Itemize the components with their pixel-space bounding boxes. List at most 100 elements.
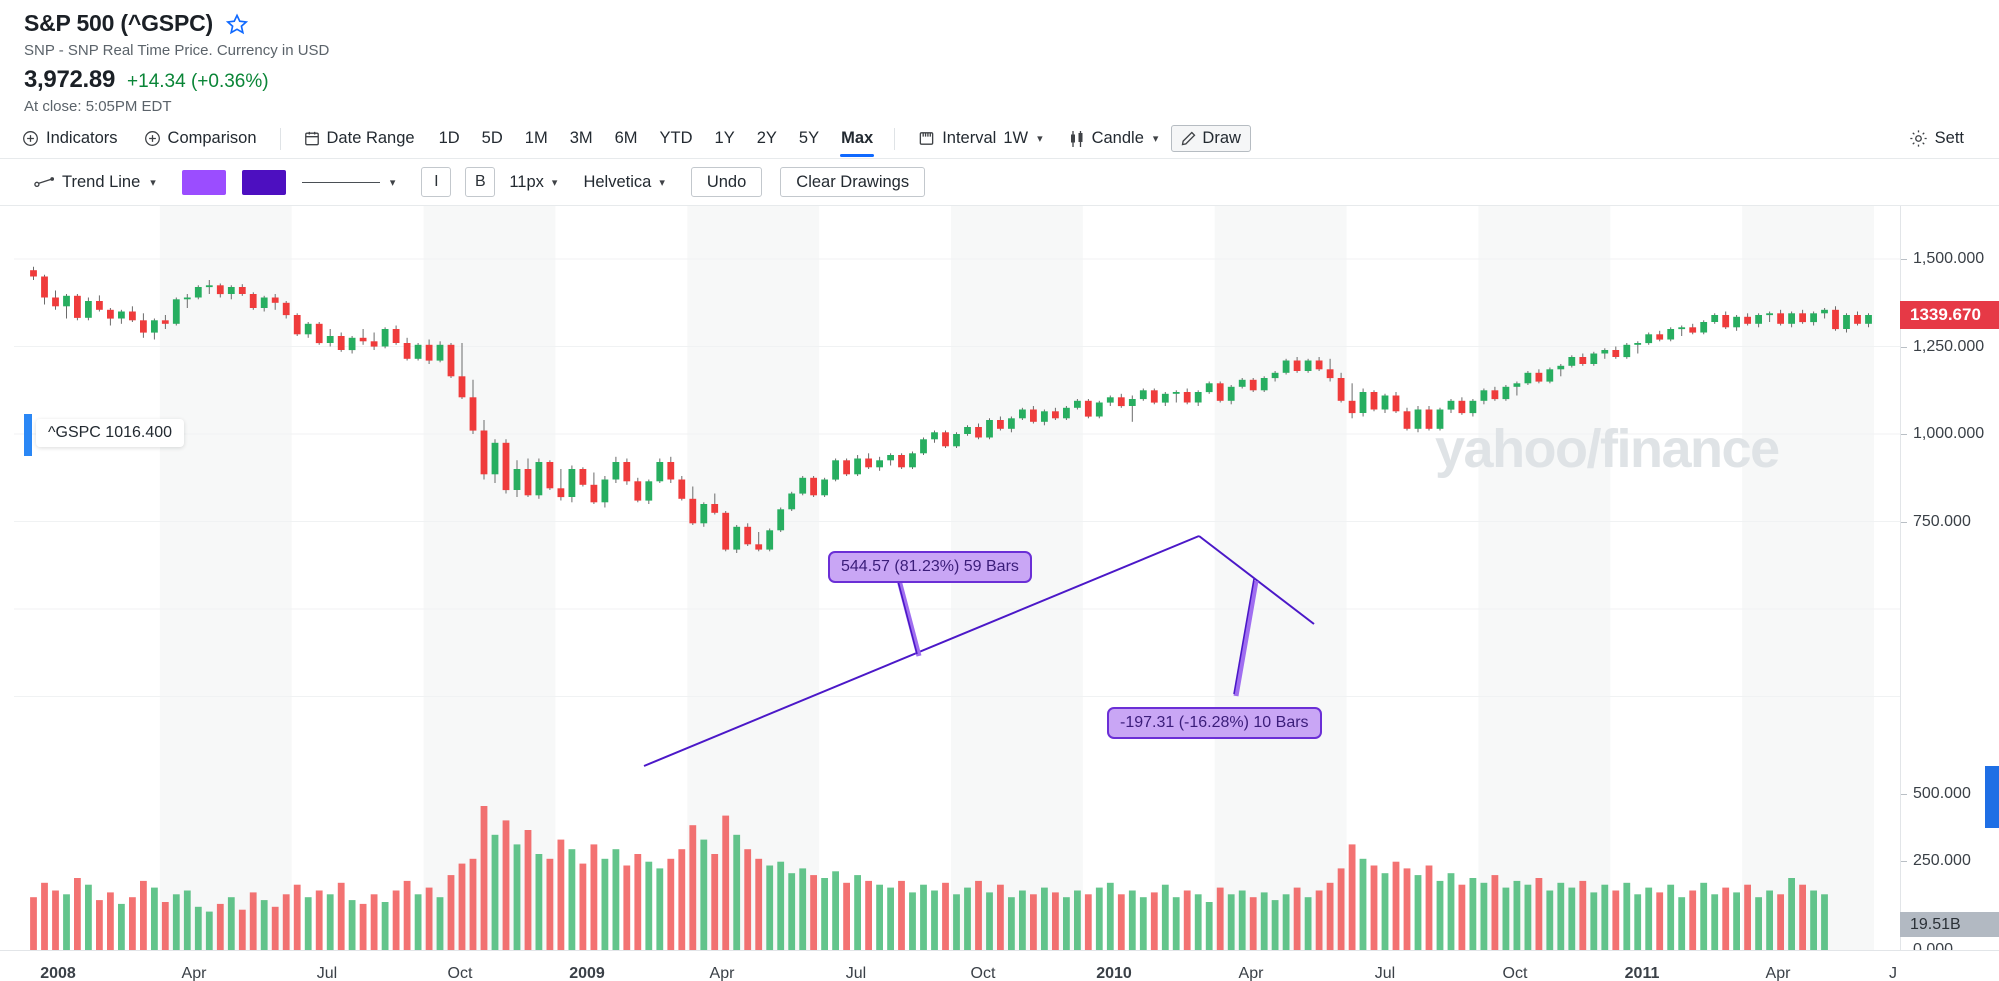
- line-preview: [301, 181, 380, 183]
- range-max[interactable]: Max: [830, 119, 884, 159]
- date-axis-label: J: [1889, 965, 1897, 981]
- chevron-down-icon: ▾: [1152, 133, 1159, 145]
- calendar-icon: [304, 130, 320, 147]
- range-5y[interactable]: 5Y: [788, 119, 830, 159]
- date-axis-label: Apr: [1238, 965, 1264, 981]
- price-change: +14.34 (+0.36%): [127, 71, 269, 92]
- italic-button[interactable]: I: [421, 167, 452, 197]
- chevron-down-icon: ▾: [389, 176, 396, 189]
- axis-tick: [1901, 434, 1907, 435]
- date-range-button[interactable]: Date Range: [291, 119, 428, 159]
- range-ytd[interactable]: YTD: [649, 119, 704, 159]
- date-axis-label: 2010: [1096, 965, 1132, 981]
- price-axis-label: 1,000.000: [1913, 425, 1985, 442]
- price-axis-label: 1,500.000: [1913, 250, 1985, 267]
- price-row: 3,972.89 +14.34 (+0.36%): [24, 66, 1975, 94]
- fill-color-swatch[interactable]: [181, 169, 226, 195]
- chart-type-button[interactable]: Candle ▾: [1056, 119, 1172, 159]
- price-axis-label: 1,250.000: [1913, 337, 1985, 355]
- comparison-button[interactable]: Comparison: [131, 119, 270, 159]
- pencil-icon: [1181, 131, 1196, 146]
- date-axis-label: Apr: [1765, 965, 1791, 981]
- date-axis-label: 2008: [40, 965, 76, 981]
- date-axis-label: Oct: [1502, 965, 1528, 981]
- indicators-button[interactable]: Indicators: [22, 119, 131, 159]
- indicators-label: Indicators: [46, 129, 118, 147]
- interval-icon: [918, 130, 935, 147]
- toolbar-right-group: Sett: [1909, 119, 1977, 159]
- current-price: 3,972.89: [24, 66, 116, 93]
- stroke-color-swatch[interactable]: [241, 169, 286, 195]
- font-size-selector[interactable]: 11px ▾: [509, 173, 557, 192]
- volume-flag: 19.51B: [1900, 912, 1999, 937]
- range-5d[interactable]: 5D: [471, 119, 514, 159]
- date-axis-label: Oct: [447, 965, 473, 981]
- price-axis-label: 500.000: [1913, 785, 1971, 802]
- date-axis-label: Oct: [970, 965, 996, 981]
- undo-button[interactable]: Undo: [690, 167, 763, 197]
- axis-tick: [1901, 521, 1907, 523]
- settings-label: Sett: [1934, 129, 1964, 147]
- date-axis-label: 2011: [1624, 965, 1660, 981]
- crosshair-flag: [1985, 766, 1999, 828]
- clear-drawings-button[interactable]: Clear Drawings: [780, 167, 926, 197]
- toolbar-divider: [894, 127, 896, 150]
- gear-icon: [1909, 129, 1928, 148]
- trend-line-label: Trend Line: [62, 172, 141, 191]
- price-axis-label: 250.000: [1913, 851, 1971, 869]
- axis-tick: [1901, 259, 1907, 260]
- legend-marker: [24, 414, 32, 456]
- date-axis-label: Apr: [709, 965, 735, 981]
- date-axis-label: 2009: [569, 965, 605, 981]
- axis-tick: [1901, 860, 1907, 862]
- date-axis-label: Jul: [316, 965, 338, 981]
- font-size-value: 11px: [509, 172, 544, 191]
- star-icon[interactable]: [225, 12, 248, 35]
- date-range-label: Date Range: [326, 129, 415, 147]
- price-axis-label: 750.000: [1913, 512, 1971, 530]
- chevron-down-icon: ▾: [1037, 133, 1043, 145]
- interval-label: Interval: [942, 129, 997, 147]
- candle-icon: [1069, 130, 1085, 148]
- last-price-flag: 1339.670: [1900, 301, 1999, 330]
- chart-container[interactable]: yahoo/finance ^GSPC 1016.400 1,500.000 1,…: [0, 206, 1999, 981]
- font-family-selector[interactable]: Helvetica ▾: [583, 173, 664, 192]
- date-axis-label: Apr: [181, 965, 207, 981]
- axis-tick: [1901, 346, 1907, 348]
- trend-line-annotation[interactable]: 544.57 (81.23%) 59 Bars: [828, 551, 1032, 583]
- quote-header: S&P 500 (^GSPC) SNP - SNP Real Time Pric…: [0, 0, 1999, 119]
- comparison-label: Comparison: [167, 129, 257, 147]
- chevron-down-icon: ▾: [150, 176, 156, 189]
- range-1d[interactable]: 1D: [428, 119, 471, 159]
- trend-line-tool[interactable]: Trend Line ▾: [34, 173, 156, 192]
- page-title: S&P 500 (^GSPC): [24, 10, 213, 36]
- plus-circle-icon: [144, 130, 161, 147]
- date-axis-label: Jul: [1374, 965, 1396, 981]
- trend-line-annotation[interactable]: -197.31 (-16.28%) 10 Bars: [1107, 707, 1322, 739]
- axis-tick: [1901, 794, 1907, 795]
- trend-line-icon: [34, 176, 54, 188]
- bold-button[interactable]: B: [465, 167, 496, 197]
- range-1m[interactable]: 1M: [514, 119, 559, 159]
- interval-button[interactable]: Interval 1W ▾: [905, 119, 1055, 159]
- range-3m[interactable]: 3M: [559, 119, 604, 159]
- font-family-value: Helvetica: [583, 172, 652, 191]
- interval-value: 1W: [1003, 129, 1029, 147]
- chart-toolbar: Indicators Comparison Date Range 1D 5D 1…: [0, 119, 1999, 159]
- date-axis[interactable]: 2008 Apr Jul Oct 2009 Apr Jul Oct 2010 Apr Jul Oct 2…: [0, 950, 1999, 981]
- plus-circle-icon: [22, 130, 39, 147]
- range-1y[interactable]: 1Y: [704, 119, 746, 159]
- chart-legend: ^GSPC 1016.400: [36, 419, 185, 447]
- market-status: At close: 5:05PM EDT: [24, 98, 172, 115]
- quote-title-row: S&P 500 (^GSPC): [24, 10, 1975, 37]
- settings-button[interactable]: Sett: [1909, 119, 1977, 159]
- draw-button[interactable]: Draw: [1171, 125, 1251, 152]
- range-2y[interactable]: 2Y: [746, 119, 788, 159]
- drawing-toolbar: Trend Line ▾ ▾ I B 11px ▾ Helvetica ▾ Un…: [0, 159, 1999, 206]
- range-6m[interactable]: 6M: [604, 119, 649, 159]
- chevron-down-icon: ▾: [659, 176, 665, 189]
- chevron-down-icon: ▾: [551, 176, 558, 189]
- date-axis-label: Jul: [845, 965, 867, 981]
- chart-type-label: Candle: [1091, 129, 1144, 147]
- line-style-selector[interactable]: ▾: [301, 176, 396, 189]
